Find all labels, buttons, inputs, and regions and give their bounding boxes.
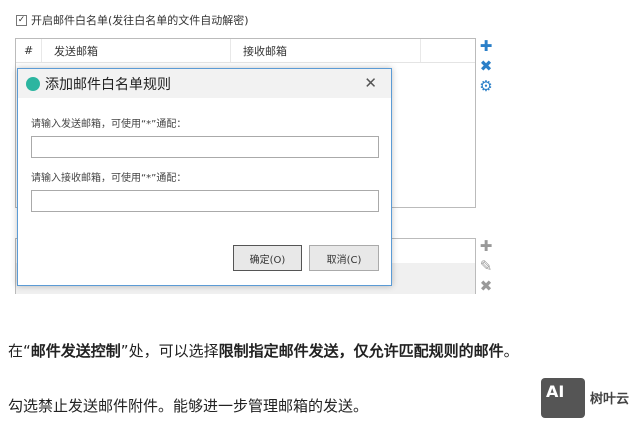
plus-icon[interactable]: ✚ [478, 38, 494, 54]
gear-icon[interactable]: ⚙ [478, 78, 494, 94]
column-header-receiver[interactable]: 接收邮箱 [231, 39, 421, 62]
article-paragraph-2: 勾选禁止发送邮件附件。能够进一步管理邮箱的发送。 [8, 397, 369, 415]
paragraph-segment: ”处，可以选择 [120, 342, 219, 360]
close-icon[interactable]: ✖ [478, 278, 494, 294]
receiver-email-input[interactable] [31, 190, 379, 212]
watermark-text: 树叶云 [590, 392, 630, 407]
paragraph-segment: 邮件发送控制 [30, 342, 121, 360]
app-logo-icon [26, 76, 40, 91]
paragraph-segment: 限制指定邮件发送，仅允许匹配规则的邮件 [218, 342, 504, 360]
whitelist-checkbox-label: 开启邮件白名单(发往白名单的文件自动解密) [31, 14, 249, 27]
ok-button[interactable]: 确定(O) [233, 245, 302, 271]
dialog-titlebar: 添加邮件白名单规则 ✕ [18, 69, 391, 98]
article-paragraph-1: 在“邮件发送控制”处，可以选择限制指定邮件发送，仅允许匹配规则的邮件。 [8, 340, 519, 361]
add-whitelist-rule-dialog: 添加邮件白名单规则 ✕ 请输入发送邮箱，可使用“*”通配： 请输入接收邮箱，可使… [17, 68, 392, 286]
pencil-icon[interactable]: ✎ [478, 258, 494, 274]
close-icon[interactable]: ✖ [478, 58, 494, 74]
watermark-logo: AI [541, 378, 585, 418]
dialog-title: 添加邮件白名单规则 [45, 76, 171, 93]
column-header-sender[interactable]: 发送邮箱 [42, 39, 231, 62]
close-icon[interactable]: ✕ [364, 74, 377, 92]
table-header: # 发送邮箱 接收邮箱 [16, 39, 475, 63]
column-header-index[interactable]: # [16, 39, 42, 62]
paragraph-segment: 。 [503, 342, 519, 360]
sender-email-input[interactable] [31, 136, 379, 158]
sender-label: 请输入发送邮箱，可使用“*”通配： [31, 119, 187, 130]
paragraph-segment: 在“ [8, 342, 31, 360]
plus-icon[interactable]: ✚ [478, 238, 494, 254]
checkbox-checked-icon[interactable]: ✓ [16, 14, 27, 26]
receiver-label: 请输入接收邮箱，可使用“*”通配： [31, 173, 187, 184]
cancel-button[interactable]: 取消(C) [309, 245, 379, 271]
whitelist-checkbox[interactable]: ✓ 开启邮件白名单(发往白名单的文件自动解密) [16, 12, 249, 28]
